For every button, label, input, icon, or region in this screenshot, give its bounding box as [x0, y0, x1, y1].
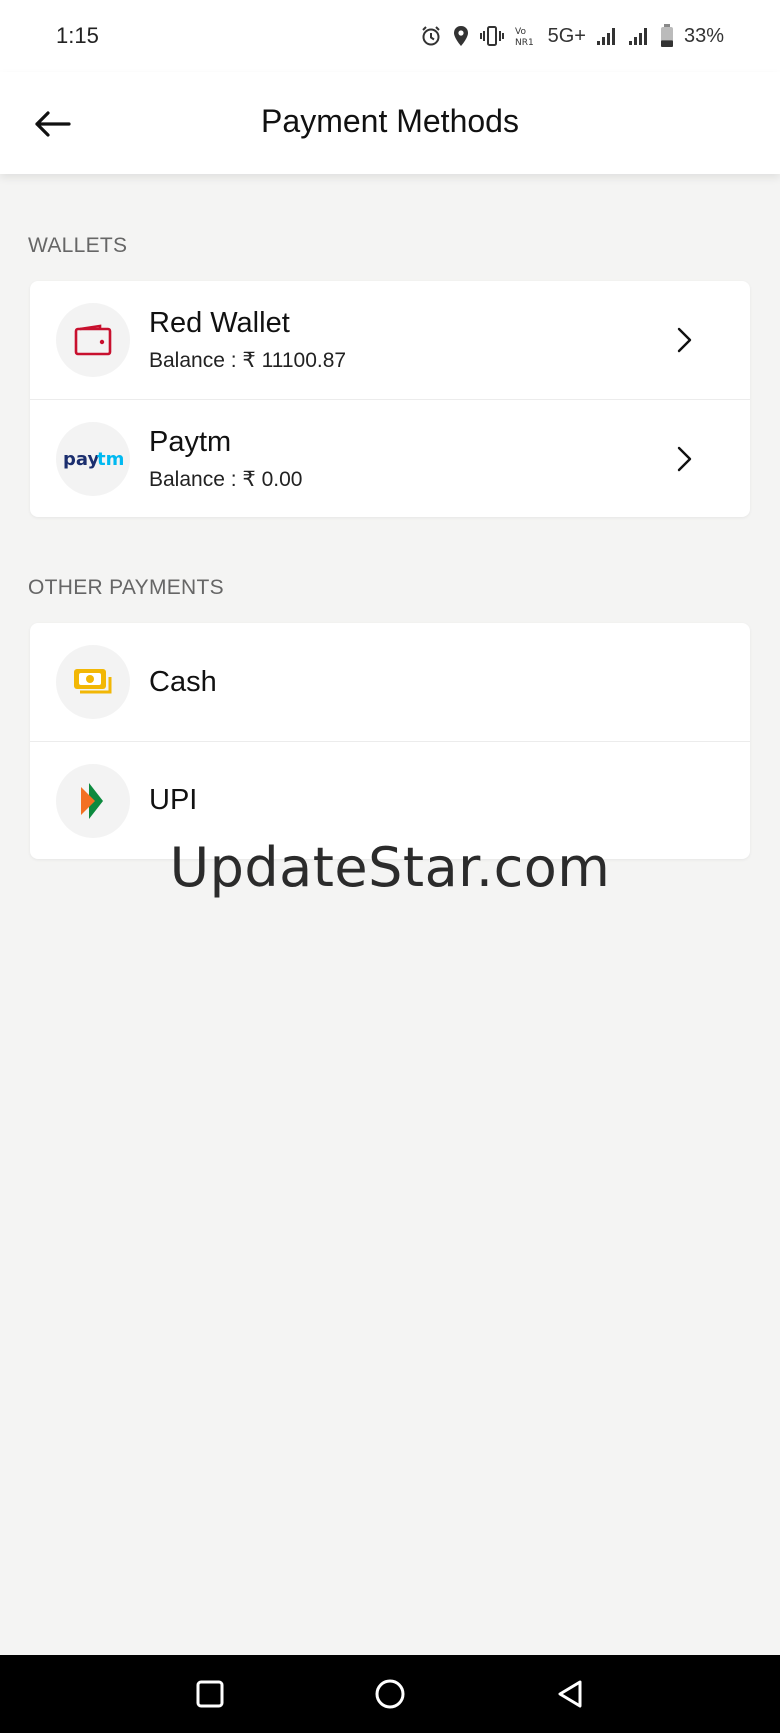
recents-square-icon: [196, 1680, 224, 1708]
wallet-balance: Balance : ₹ 0.00: [149, 467, 303, 491]
status-bar: 1:15 Vo NR1 5G+ 33%: [0, 0, 780, 72]
wallet-balance: Balance : ₹ 11100.87: [149, 349, 347, 372]
signal-icon: [596, 26, 618, 46]
battery-icon: [660, 24, 674, 48]
chevron-right-icon: [672, 444, 698, 474]
navigation-bar: [0, 1655, 780, 1733]
other-payments-card: Cash UPI: [30, 623, 750, 859]
payment-item-cash[interactable]: Cash: [30, 623, 750, 741]
payment-name: Cash: [149, 665, 217, 698]
back-triangle-icon: [558, 1680, 582, 1708]
wallet-name: Paytm: [149, 425, 232, 458]
signal-icon: [628, 26, 650, 46]
svg-text:NR1: NR1: [515, 38, 534, 47]
app-bar: Payment Methods: [0, 72, 780, 174]
vibrate-icon: [479, 25, 504, 47]
paytm-logo-circle: pay tm: [56, 421, 130, 496]
wallet-name: Red Wallet: [149, 307, 290, 339]
status-icons: Vo NR1 5G+ 33%: [420, 24, 724, 48]
upi-logo-circle: [56, 763, 130, 838]
wallets-card: Red Wallet Balance : ₹ 11100.87 pay tm P…: [30, 281, 750, 517]
home-button[interactable]: [368, 1672, 412, 1716]
other-payments-section-title: OTHER PAYMENTS: [28, 576, 224, 599]
chevron-right-icon: [672, 325, 698, 355]
wallet-icon-circle: [56, 303, 130, 377]
alarm-icon: [420, 25, 442, 47]
page-title: Payment Methods: [261, 103, 519, 139]
cash-icon-circle: [56, 645, 130, 719]
recents-button[interactable]: [188, 1672, 232, 1716]
location-icon: [452, 25, 470, 47]
watermark: UpdateStar.com: [169, 836, 611, 899]
svg-text:Vo: Vo: [515, 27, 526, 37]
paytm-logo: pay tm: [63, 449, 124, 470]
paytm-logo-text-right: tm: [97, 449, 124, 470]
upi-logo: [81, 782, 103, 819]
payment-name: UPI: [149, 784, 198, 816]
wallets-section-title: WALLETS: [28, 234, 128, 257]
battery-percent: 33%: [683, 24, 724, 47]
wallet-item-paytm[interactable]: pay tm Paytm Balance : ₹ 0.00: [30, 399, 750, 517]
back-nav-button[interactable]: [548, 1672, 592, 1716]
network-type: 5G+: [547, 24, 586, 47]
cash-icon: [74, 669, 112, 694]
status-time: 1:15: [56, 23, 99, 48]
paytm-logo-text-left: pay: [63, 449, 99, 470]
volte-icon: Vo NR1: [514, 25, 538, 47]
wallet-icon: [74, 324, 112, 356]
home-circle-icon: [375, 1679, 405, 1709]
wallet-item-red-wallet[interactable]: Red Wallet Balance : ₹ 11100.87: [30, 281, 750, 399]
